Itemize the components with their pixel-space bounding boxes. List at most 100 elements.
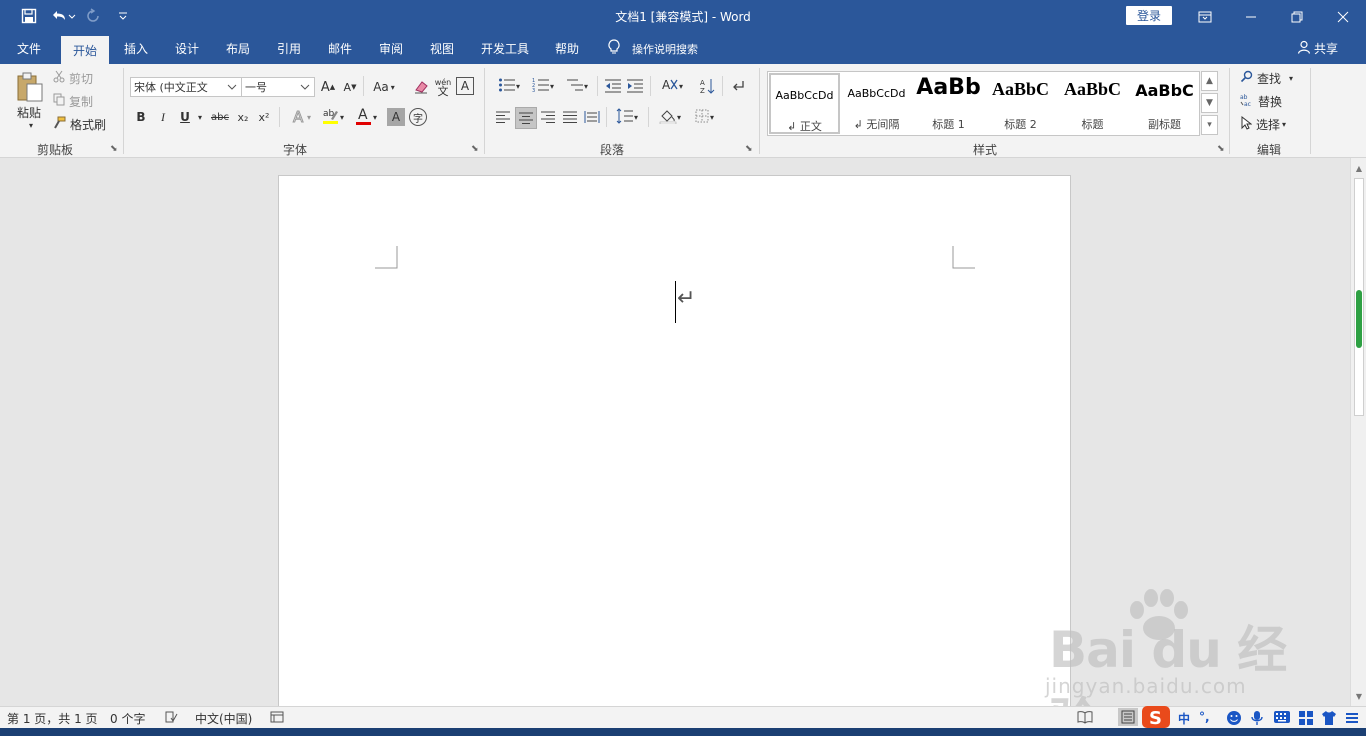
- chevron-down-icon: ▾: [676, 112, 681, 122]
- justify-icon[interactable]: [560, 107, 580, 127]
- line-spacing-button[interactable]: ▾: [612, 107, 642, 127]
- gallery-more-icon[interactable]: ▾: [1201, 115, 1218, 135]
- underline-dropdown-icon[interactable]: ▾: [195, 108, 205, 126]
- tab-mailings[interactable]: 邮件: [319, 33, 361, 64]
- macro-record-icon[interactable]: [270, 710, 284, 727]
- document-page[interactable]: ↵: [278, 175, 1071, 715]
- align-center-icon[interactable]: [515, 107, 537, 129]
- style-subtitle[interactable]: AaBbC 副标题: [1129, 73, 1200, 134]
- microphone-icon[interactable]: [1250, 710, 1264, 729]
- cursor-arrow-icon: [1240, 115, 1253, 133]
- bullets-button[interactable]: ▾: [493, 76, 525, 96]
- superscript-button[interactable]: x²: [255, 108, 273, 126]
- font-color-button[interactable]: A ▾: [351, 106, 381, 128]
- cut-button[interactable]: 剪切: [53, 70, 93, 86]
- show-paragraph-marks-icon[interactable]: [730, 76, 748, 96]
- read-mode-icon[interactable]: [1077, 710, 1093, 727]
- tab-design[interactable]: 设计: [166, 33, 208, 64]
- group-separator: [759, 68, 760, 154]
- ribbon-display-options-icon[interactable]: [1182, 0, 1228, 33]
- style-normal[interactable]: AaBbCcDd ↲ 正文: [769, 73, 840, 134]
- tab-help[interactable]: 帮助: [546, 33, 588, 64]
- replace-button[interactable]: ab ac 替换: [1240, 93, 1282, 109]
- styles-launcher-icon[interactable]: ⬊: [1217, 144, 1225, 154]
- highlight-color-button[interactable]: ab ▾: [318, 106, 348, 128]
- tab-review[interactable]: 审阅: [370, 33, 412, 64]
- increase-indent-icon[interactable]: [625, 76, 645, 96]
- print-layout-icon[interactable]: [1118, 708, 1138, 726]
- language-status[interactable]: 中文(中国): [195, 710, 252, 727]
- font-name-combo[interactable]: 宋体 (中文正文: [130, 77, 242, 97]
- change-case-button[interactable]: Aa ▾: [369, 78, 399, 96]
- shading-button[interactable]: ▾: [654, 107, 686, 127]
- font-size-combo[interactable]: 一号: [241, 77, 315, 97]
- tab-insert[interactable]: 插入: [115, 33, 157, 64]
- tab-home[interactable]: 开始: [61, 36, 109, 64]
- shrink-font-button[interactable]: A ▼: [341, 78, 359, 96]
- ime-menu-icon[interactable]: [1344, 710, 1360, 729]
- restore-icon[interactable]: [1274, 0, 1320, 33]
- format-painter-button[interactable]: 格式刷: [53, 116, 106, 132]
- style-heading-2[interactable]: AaBbC 标题 2: [985, 73, 1056, 134]
- tab-file[interactable]: 文件: [6, 33, 52, 64]
- scroll-down-icon[interactable]: ▼: [1351, 688, 1366, 704]
- page-count[interactable]: 第 1 页，共 1 页: [7, 710, 98, 727]
- numbering-button[interactable]: 123 ▾: [527, 76, 559, 96]
- strikethrough-button[interactable]: abc: [209, 108, 231, 126]
- gallery-scroll-up-icon[interactable]: ▲: [1201, 71, 1218, 91]
- align-left-icon[interactable]: [493, 107, 513, 127]
- clear-formatting-icon[interactable]: [412, 77, 430, 97]
- find-button[interactable]: 查找 ▾: [1240, 70, 1293, 86]
- minimize-icon[interactable]: [1228, 0, 1274, 33]
- chinese-layout-button[interactable]: A ▾: [656, 76, 688, 96]
- share-button[interactable]: 共享: [1297, 33, 1338, 64]
- clipboard-launcher-icon[interactable]: ⬊: [110, 144, 118, 154]
- skin-shirt-icon[interactable]: [1321, 710, 1337, 729]
- sogou-ime-logo-icon[interactable]: S: [1141, 705, 1171, 729]
- tab-view[interactable]: 视图: [421, 33, 463, 64]
- align-right-icon[interactable]: [538, 107, 558, 127]
- tell-me-search[interactable]: 操作说明搜索: [608, 33, 698, 64]
- keyboard-icon[interactable]: [1273, 710, 1291, 727]
- paragraph-launcher-icon[interactable]: ⬊: [745, 144, 753, 154]
- paste-dropdown-icon[interactable]: ▾: [25, 120, 37, 130]
- font-launcher-icon[interactable]: ⬊: [471, 144, 479, 154]
- lightbulb-icon: [608, 39, 620, 58]
- tab-developer[interactable]: 开发工具: [473, 33, 537, 64]
- sort-icon[interactable]: AZ: [697, 76, 717, 96]
- emoji-icon[interactable]: [1226, 710, 1242, 729]
- multilevel-list-button[interactable]: ▾: [561, 76, 593, 96]
- select-button[interactable]: 选择 ▾: [1240, 115, 1286, 133]
- italic-button[interactable]: I: [155, 108, 171, 126]
- paste-button[interactable]: 粘贴: [10, 104, 48, 120]
- ime-mode-toggle[interactable]: 中: [1178, 710, 1190, 727]
- gallery-scroll-down-icon[interactable]: ▼: [1201, 93, 1218, 113]
- character-border-button[interactable]: A: [456, 77, 474, 95]
- style-heading-1[interactable]: AaBb 标题 1: [913, 73, 984, 134]
- copy-button[interactable]: 复制: [53, 93, 93, 109]
- vertical-scrollbar[interactable]: ▲ ▼: [1350, 158, 1366, 706]
- underline-button[interactable]: U: [177, 108, 193, 126]
- tab-references[interactable]: 引用: [268, 33, 310, 64]
- subscript-button[interactable]: x₂: [234, 108, 252, 126]
- word-count[interactable]: 0 个字: [110, 710, 145, 727]
- tab-layout[interactable]: 布局: [217, 33, 259, 64]
- paste-icon[interactable]: [14, 70, 46, 104]
- bold-button[interactable]: B: [133, 108, 149, 126]
- text-effects-button[interactable]: A ▾: [286, 107, 316, 126]
- ime-punctuation-toggle[interactable]: °,: [1199, 710, 1210, 724]
- login-button[interactable]: 登录: [1126, 6, 1172, 25]
- toolbox-icon[interactable]: [1298, 710, 1314, 729]
- proofing-icon[interactable]: [164, 710, 178, 727]
- grow-font-button[interactable]: A ▲: [319, 78, 337, 96]
- character-shading-button[interactable]: A: [387, 108, 405, 126]
- distributed-icon[interactable]: [582, 107, 602, 127]
- scroll-up-icon[interactable]: ▲: [1351, 160, 1366, 176]
- close-icon[interactable]: [1320, 0, 1366, 33]
- borders-button[interactable]: ▾: [688, 107, 720, 127]
- style-title[interactable]: AaBbC 标题: [1057, 73, 1128, 134]
- phonetic-guide-button[interactable]: wén 文: [433, 75, 453, 99]
- decrease-indent-icon[interactable]: [603, 76, 623, 96]
- style-no-spacing[interactable]: AaBbCcDd ↲ 无间隔: [841, 73, 912, 134]
- enclose-characters-button[interactable]: 字: [409, 108, 427, 126]
